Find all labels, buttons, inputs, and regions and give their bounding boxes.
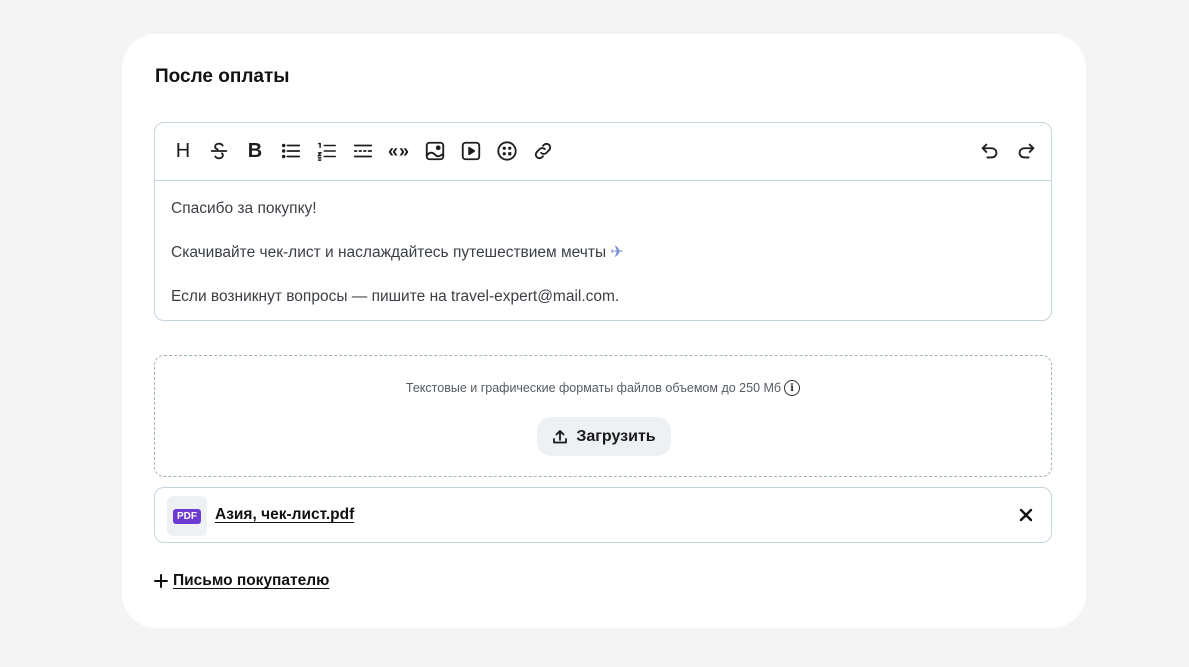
bullet-list-icon [281,143,301,159]
rich-text-editor: H B «» Спасибо за покупку! Скачивайте че… [154,122,1052,321]
divider-button[interactable] [350,138,376,164]
numbered-list-button[interactable] [314,138,340,164]
bold-button[interactable]: B [242,138,268,164]
video-icon [461,141,481,161]
editor-line: Спасибо за покупку! [171,200,317,217]
remove-file-button[interactable] [1015,504,1037,526]
bold-icon: B [247,140,263,162]
redo-icon [1018,143,1035,159]
undo-icon [981,143,998,159]
redo-button[interactable] [1013,138,1039,164]
strikethrough-button[interactable] [206,138,232,164]
pdf-badge: PDF [173,508,201,524]
dropzone-hint-text: Текстовые и графические форматы файлов о… [405,381,782,395]
divider-icon [353,144,373,158]
airplane-emoji: ✈ [610,244,624,261]
quote-button[interactable]: «» [386,138,412,164]
editor-line: Если возникнут вопросы — пишите на trave… [171,288,620,305]
info-icon[interactable]: i [784,380,801,396]
quote-icon: «» [387,141,411,161]
section-title: После оплаты [155,66,290,87]
video-button[interactable] [458,138,484,164]
editor-toolbar: H B «» [155,123,1051,181]
file-dropzone[interactable]: Текстовые и графические форматы файлов о… [154,355,1052,477]
dropzone-hint: Текстовые и графические форматы файлов о… [155,380,1051,396]
link-button[interactable] [530,138,556,164]
file-thumbnail: PDF [167,496,207,536]
link-icon [534,142,552,160]
attached-file-row: PDF Азия, чек-лист.pdf [154,487,1052,543]
image-icon [425,141,445,161]
add-letter-label: Письмо покупателю [173,572,330,589]
file-name-link[interactable]: Азия, чек-лист.pdf [215,506,354,524]
image-button[interactable] [422,138,448,164]
numbered-list-icon [317,142,336,161]
after-payment-card: После оплаты H B «» Спасибо за покупку! … [122,34,1086,628]
heading-icon: H [175,140,191,162]
emoji-button[interactable] [494,138,520,164]
strikethrough-icon [210,142,228,160]
emoji-icon [497,141,517,161]
heading-button[interactable]: H [170,138,196,164]
editor-line-text: Скачивайте чек-лист и наслаждайтесь путе… [171,244,607,261]
undo-button[interactable] [977,138,1003,164]
upload-button-label: Загрузить [576,427,656,445]
upload-button[interactable]: Загрузить [537,417,671,456]
editor-content[interactable]: Спасибо за покупку! Скачивайте чек-лист … [155,181,1051,308]
editor-line: Скачивайте чек-лист и наслаждайтесь путе… [171,242,1035,264]
close-icon [1019,508,1033,522]
plus-icon [154,574,168,588]
add-letter-button[interactable]: Письмо покупателю [154,572,329,590]
bullet-list-button[interactable] [278,138,304,164]
upload-icon [553,429,568,443]
